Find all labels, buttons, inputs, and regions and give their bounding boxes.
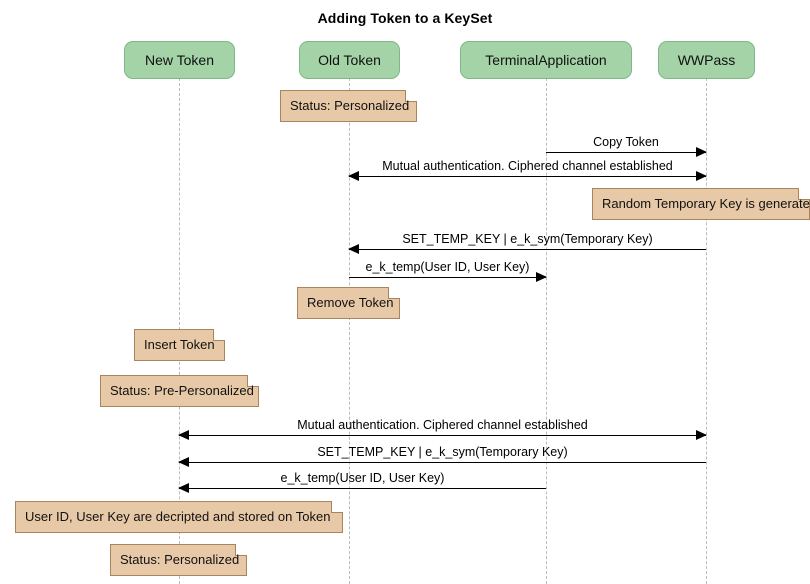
note-label: Random Temporary Key is generated <box>602 196 810 211</box>
message-label: Mutual authentication. Ciphered channel … <box>297 418 588 432</box>
note-label: Status: Personalized <box>290 98 410 113</box>
participant-terminal[interactable]: TerminalApplication <box>460 41 632 79</box>
note-label: Insert Token <box>144 337 215 352</box>
participant-label: WWPass <box>677 52 736 68</box>
msg-set-temp-key-2: SET_TEMP_KEY | e_k_sym(Temporary Key) <box>178 445 706 467</box>
note-label: Status: Personalized <box>120 552 240 567</box>
message-line <box>349 277 546 278</box>
message-line <box>179 488 546 489</box>
msg-e-k-temp-2: e_k_temp(User ID, User Key) <box>178 471 546 493</box>
note-insert-token: Insert Token <box>134 329 225 361</box>
participant-label: Old Token <box>318 52 381 68</box>
note-random-temp-key: Random Temporary Key is generated <box>592 188 810 220</box>
message-line <box>546 152 706 153</box>
note-remove-token: Remove Token <box>297 287 400 319</box>
message-label: e_k_temp(User ID, User Key) <box>280 471 445 485</box>
diagram-title: Adding Token to a KeySet <box>317 10 493 26</box>
message-label: SET_TEMP_KEY | e_k_sym(Temporary Key) <box>402 232 653 246</box>
message-line <box>349 176 706 177</box>
message-line <box>349 249 706 250</box>
message-line <box>179 435 706 436</box>
msg-mutual-auth-2: Mutual authentication. Ciphered channel … <box>178 418 707 440</box>
participant-new_token[interactable]: New Token <box>124 41 235 79</box>
msg-set-temp-key-1: SET_TEMP_KEY | e_k_sym(Temporary Key) <box>348 232 706 254</box>
participant-label: TerminalApplication <box>485 52 607 68</box>
sequence-diagram-canvas: Adding Token to a KeySet New Token Old To… <box>0 0 810 584</box>
message-label: Mutual authentication. Ciphered channel … <box>382 159 673 173</box>
note-label: User ID, User Key are decripted and stor… <box>25 509 331 524</box>
note-old-token-personalized: Status: Personalized <box>280 90 417 122</box>
msg-copy-token: Copy Token <box>546 135 707 157</box>
note-decripted-stored: User ID, User Key are decripted and stor… <box>15 501 343 533</box>
msg-e-k-temp-1: e_k_temp(User ID, User Key) <box>349 260 547 282</box>
msg-mutual-auth-1: Mutual authentication. Ciphered channel … <box>348 159 707 181</box>
lifeline-terminal <box>546 78 547 584</box>
participant-old_token[interactable]: Old Token <box>299 41 400 79</box>
message-label: SET_TEMP_KEY | e_k_sym(Temporary Key) <box>317 445 568 459</box>
participant-label: New Token <box>144 52 214 68</box>
message-label: Copy Token <box>593 135 659 149</box>
note-pre-personalized: Status: Pre-Personalized <box>100 375 259 407</box>
message-line <box>179 462 706 463</box>
note-label: Remove Token <box>307 295 394 310</box>
note-new-token-personalized: Status: Personalized <box>110 544 247 576</box>
lifeline-old-token <box>349 78 350 584</box>
note-label: Status: Pre-Personalized <box>110 383 254 398</box>
message-label: e_k_temp(User ID, User Key) <box>365 260 530 274</box>
participant-wwpass[interactable]: WWPass <box>658 41 755 79</box>
